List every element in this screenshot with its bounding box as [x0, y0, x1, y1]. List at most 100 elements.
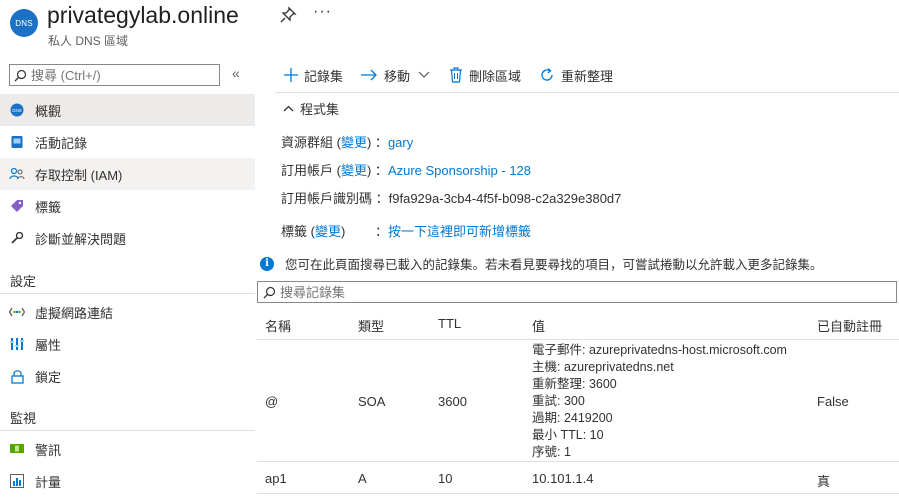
field-label: 標籤	[281, 224, 308, 239]
sidebar-item-label: 概觀	[35, 103, 62, 119]
record-set-search[interactable]	[257, 281, 897, 303]
sidebar-item-metrics[interactable]: 計量	[0, 465, 255, 497]
sidebar-search[interactable]	[9, 64, 220, 86]
subscription-id-row: 訂用帳戶識別碼 ：f9fa929a-3cb4-4f5f-b098-c2a329e…	[281, 191, 622, 206]
sidebar-item-label: 存取控制 (IAM)	[35, 167, 123, 183]
info-icon: i	[260, 256, 274, 271]
column-header-type[interactable]: 類型	[358, 316, 384, 335]
sidebar-item-label: 活動記錄	[35, 135, 88, 151]
cell-name[interactable]: ap1	[265, 471, 287, 486]
refresh-button[interactable]: 重新整理	[539, 64, 613, 86]
column-header-value[interactable]: 值	[532, 316, 545, 335]
value-line: 最小 TTL: 10	[532, 428, 604, 442]
alerts-icon	[9, 441, 25, 457]
cell-value: 電子郵件: azureprivatedns-host.microsoft.com…	[532, 342, 787, 461]
delete-zone-button[interactable]: 刪除區域	[449, 64, 521, 86]
subscription-link[interactable]: Azure Sponsorship - 128	[388, 163, 531, 178]
trash-icon	[450, 67, 462, 83]
sidebar-item-iam[interactable]: 存取控制 (IAM)	[0, 158, 255, 190]
tags-row: 標籤 (變更)	[281, 224, 346, 239]
pin-icon[interactable]	[279, 6, 297, 24]
add-tags-link[interactable]: 按一下這裡即可新增標籤	[388, 224, 531, 239]
field-label: 訂用帳戶	[281, 163, 334, 178]
essentials-title: 程式集	[300, 102, 340, 117]
cell-auto-registered: False	[817, 394, 849, 409]
tags-value: ：按一下這裡即可新增標籤	[375, 224, 532, 239]
info-banner: i 您可在此頁面搜尋已載入的記錄集。若未看見要尋找的項目，可嘗試捲動以允許載入更…	[260, 254, 823, 273]
sidebar-search-input[interactable]	[31, 67, 211, 83]
sidebar-section-settings: 設定	[10, 274, 37, 289]
value-line: 重試: 300	[532, 394, 585, 408]
sidebar-item-label: 虛擬網路連結	[35, 305, 114, 321]
toolbar-label: 刪除區域	[469, 68, 522, 84]
search-icon	[14, 69, 27, 81]
field-label: 訂用帳戶識別碼	[281, 191, 373, 206]
toolbar-label: 記錄集	[304, 68, 344, 84]
search-icon	[263, 286, 276, 298]
svg-text:DNS: DNS	[12, 108, 22, 113]
sidebar-item-label: 鎖定	[35, 369, 62, 385]
sidebar-item-label: 屬性	[35, 337, 62, 353]
properties-icon	[9, 336, 25, 352]
cell-ttl: 10	[438, 471, 453, 486]
cell-type: A	[358, 471, 367, 486]
value-line: 主機: azureprivatedns.net	[532, 360, 674, 374]
dns-zone-icon: DNS	[10, 9, 38, 37]
divider	[257, 461, 899, 462]
activity-log-icon	[9, 134, 25, 150]
subscription-id-value: f9fa929a-3cb4-4f5f-b098-c2a329e380d7	[388, 191, 622, 206]
sidebar-item-label: 警訊	[35, 442, 62, 458]
collapse-sidebar-button[interactable]: «	[232, 65, 240, 81]
sidebar-item-locks[interactable]: 鎖定	[0, 360, 255, 392]
sidebar-section-monitoring: 監視	[10, 411, 37, 426]
value-line: 序號: 1	[532, 445, 571, 459]
tag-icon	[9, 198, 25, 214]
divider	[257, 339, 899, 340]
column-header-name[interactable]: 名稱	[265, 316, 291, 335]
divider	[257, 493, 899, 494]
vnet-link-icon	[9, 304, 25, 320]
change-tags-link[interactable]: 變更	[315, 224, 341, 239]
record-set-search-input[interactable]	[280, 284, 880, 300]
value-line: 過期: 2419200	[532, 411, 613, 425]
more-options-button[interactable]: ···	[313, 3, 332, 21]
sidebar-item-vnet-links[interactable]: 虛擬網路連結	[0, 296, 255, 328]
cell-ttl: 3600	[438, 394, 467, 409]
sidebar-item-activity-log[interactable]: 活動記錄	[0, 126, 255, 158]
sidebar-item-properties[interactable]: 屬性	[0, 328, 255, 360]
divider	[0, 430, 255, 431]
add-record-set-button[interactable]: 記錄集	[284, 64, 343, 86]
resource-group-link[interactable]: gary	[388, 135, 413, 150]
iam-icon	[9, 166, 25, 182]
divider	[0, 293, 255, 294]
page-subtitle: 私人 DNS 區域	[48, 34, 129, 48]
change-resource-group-link[interactable]: 變更	[341, 135, 367, 150]
move-button[interactable]: 移動	[360, 64, 430, 86]
column-header-ttl[interactable]: TTL	[438, 316, 461, 331]
sidebar-item-alerts[interactable]: 警訊	[0, 433, 255, 465]
toolbar-label: 移動	[384, 68, 411, 84]
essentials-toggle[interactable]: 程式集	[283, 99, 339, 118]
lock-icon	[9, 368, 25, 384]
sidebar-item-diagnose[interactable]: 診斷並解決問題	[0, 222, 255, 254]
page-title: privategylab.online	[47, 2, 239, 28]
divider	[275, 92, 899, 93]
value-line: 電子郵件: azureprivatedns-host.microsoft.com	[532, 343, 787, 357]
value-line: 重新整理: 3600	[532, 377, 617, 391]
change-subscription-link[interactable]: 變更	[341, 163, 367, 178]
plus-icon	[284, 68, 298, 82]
toolbar-label: 重新整理	[561, 68, 614, 84]
chevron-down-icon	[418, 71, 430, 78]
sidebar-item-label: 計量	[35, 474, 62, 490]
sidebar-item-tags[interactable]: 標籤	[0, 190, 255, 222]
arrow-right-icon	[361, 69, 377, 81]
column-header-auto-registered[interactable]: 已自動註冊	[817, 316, 882, 335]
subscription-row: 訂用帳戶 (變更) ：Azure Sponsorship - 128	[281, 163, 532, 178]
sidebar-item-label: 標籤	[35, 199, 62, 215]
wrench-icon	[9, 230, 25, 246]
cell-type: SOA	[358, 394, 386, 409]
cell-name[interactable]: @	[265, 394, 278, 409]
refresh-icon	[541, 68, 553, 81]
sidebar-item-label: 診斷並解決問題	[35, 231, 127, 247]
sidebar-item-overview[interactable]: DNS 概觀	[0, 94, 255, 126]
